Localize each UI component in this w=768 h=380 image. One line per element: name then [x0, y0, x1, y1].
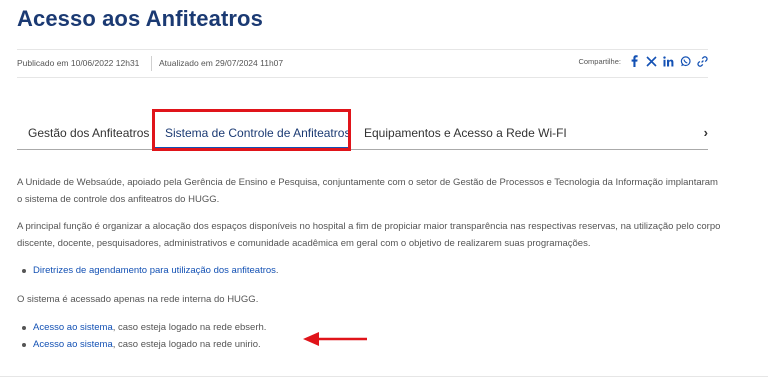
diretrizes-link[interactable]: Diretrizes de agendamento para utilizaçã… — [33, 265, 276, 276]
guidelines-list: Diretrizes de agendamento para utilizaçã… — [22, 262, 279, 279]
meta-divider — [151, 56, 152, 71]
intro-paragraph: A Unidade de Websaúde, apoiado pela Gerê… — [17, 177, 718, 205]
publication-meta: Publicado em 10/06/2022 12h31 Atualizado… — [17, 49, 708, 78]
arrow-left-annotation-icon — [303, 332, 367, 346]
link-icon[interactable] — [697, 55, 708, 67]
bullet-icon — [22, 343, 26, 347]
access-system-unirio-link[interactable]: Acesso ao sistema — [33, 339, 113, 350]
list-item-suffix: . — [275, 265, 279, 276]
list-item: Acesso ao sistema, caso esteja logado na… — [22, 336, 266, 353]
access-system-ebserh-link[interactable]: Acesso ao sistema — [33, 322, 113, 333]
function-paragraph: A principal função é organizar a alocaçã… — [17, 221, 721, 249]
updated-date: Atualizado em 29/07/2024 11h07 — [159, 58, 284, 68]
highlight-annotation-box — [152, 109, 351, 151]
published-date: Publicado em 10/06/2022 12h31 — [17, 58, 140, 68]
tab-gestao-anfiteatros[interactable]: Gestão dos Anfiteatros — [28, 126, 149, 140]
tab-bar: Gestão dos Anfiteatros Sistema de Contro… — [17, 117, 708, 150]
page-title: Acesso aos Anfiteatros — [17, 6, 263, 31]
whatsapp-icon[interactable] — [680, 55, 691, 67]
access-note: O sistema é acessado apenas na rede inte… — [17, 294, 259, 305]
x-icon[interactable] — [646, 55, 657, 67]
list-item: Acesso ao sistema, caso esteja logado na… — [22, 319, 266, 336]
list-item: Diretrizes de agendamento para utilizaçã… — [22, 262, 279, 279]
bullet-icon — [22, 269, 26, 273]
share-bar: Compartilhe: — [578, 55, 708, 67]
facebook-icon[interactable] — [629, 55, 640, 67]
list-item-suffix: , caso esteja logado na rede unirio. — [112, 339, 261, 350]
linkedin-icon[interactable] — [663, 55, 674, 67]
bottom-divider — [0, 376, 768, 377]
bullet-icon — [22, 326, 26, 330]
access-links-list: Acesso ao sistema, caso esteja logado na… — [22, 319, 266, 353]
chevron-right-icon[interactable]: › — [704, 125, 708, 140]
list-item-suffix: , caso esteja logado na rede ebserh. — [112, 322, 267, 333]
tab-equipamentos-wifi[interactable]: Equipamentos e Acesso a Rede Wi-FI — [364, 126, 567, 140]
share-label: Compartilhe: — [578, 56, 621, 66]
